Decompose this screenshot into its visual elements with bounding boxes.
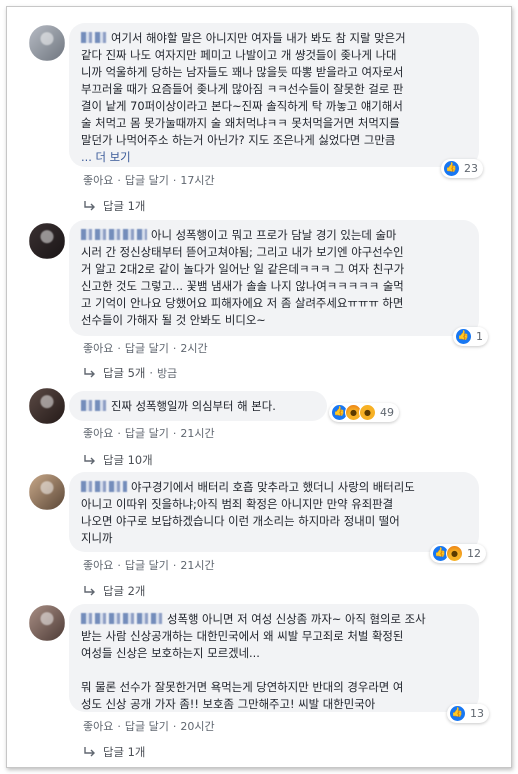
like-button[interactable]: 좋아요 (83, 174, 113, 187)
comment-actions: 좋아요 · 답글 달기 · 20시간 (83, 720, 215, 733)
avatar[interactable] (29, 474, 65, 510)
comment-bubble: 성폭행 아니면 저 여성 신상좀 까자~ 아직 혐의로 조사 받는 사람 신상공… (69, 604, 479, 712)
comment-line: 여기서 해야할 말은 아니지만 여자들 내가 봐도 참 지랄 맞은거 (111, 31, 406, 45)
comment-line: 아니 성폭행이고 뭐고 프로가 담날 경기 있는데 술마 (151, 228, 397, 242)
comment-actions: 좋아요 · 답글 달기 · 21시간 (83, 559, 215, 572)
replies-count: 답글 1개 (103, 745, 146, 759)
reaction-summary[interactable]: 👍 13 (447, 704, 489, 723)
avatar[interactable] (29, 25, 65, 61)
comment-bubble: 진짜 성폭행일까 의심부터 해 본다. (69, 391, 327, 421)
comment-line: 성도 신상 공개 가자 좀!! 보호좀 그만해주고! 씨발 대한민국아 (81, 697, 376, 711)
comment-line: 같다 진짜 나도 여자지만 페미고 나발이고 개 썅것들이 좆나게 나대 (81, 48, 397, 62)
comment-line: 술 처먹고 몸 못가눌때까지 술 왜처먹냐ㅋㅋ 못처먹을거면 처먹지를 (81, 116, 400, 130)
replies-count: 답글 2개 (103, 584, 146, 598)
reply-button[interactable]: 답글 달기 (125, 342, 169, 355)
reaction-count: 13 (470, 707, 484, 720)
comment-line: 신고한 것도 그렇고... 꽃뱀 냄새가 솔솔 나지 않나여ㅋㅋㅋㅋㅋ 술먹 (81, 279, 404, 293)
reply-arrow-icon (84, 201, 95, 211)
reaction-count: 23 (464, 162, 478, 175)
comment-line: 부끄러울 때가 요즘들어 좆나게 많아짐 ㅋㅋ선수들이 잘못한 걸로 판 (81, 82, 404, 96)
timestamp[interactable]: 2시간 (180, 342, 207, 355)
comment-line: 성폭행 아니면 저 여성 신상좀 까자~ 아직 혐의로 조사 (167, 612, 426, 626)
reply-button[interactable]: 답글 달기 (125, 174, 169, 187)
comment-line: 시러 간 정신상태부터 뜯어고쳐야됨; 그리고 내가 보기엔 야구선수인 (81, 245, 404, 259)
comment-line (81, 663, 85, 677)
replies-count: 답글 10개 (103, 453, 153, 467)
reply-time: 방금 (156, 367, 178, 380)
reply-arrow-icon (84, 368, 95, 378)
reaction-summary[interactable]: 👍 23 (441, 159, 483, 178)
comment-line: 야구경기에서 배터리 호흡 맞추라고 했더니 사랑의 배터리도 (131, 480, 415, 494)
angry-icon: ● (446, 545, 463, 562)
timestamp[interactable]: 21시간 (180, 559, 214, 572)
comment-actions: 좋아요 · 답글 달기 · 17시간 (83, 174, 215, 187)
view-replies[interactable]: 답글 5개 · 방금 (83, 365, 177, 381)
comment-line: 나오면 야구로 보답하겠습니다 이런 개소리는 하지마라 정내미 떨어 (81, 514, 400, 528)
comment-bubble: 아니 성폭행이고 뭐고 프로가 담날 경기 있는데 술마 시러 간 정신상태부터… (69, 220, 479, 336)
reaction-summary[interactable]: 👍 1 (453, 327, 488, 346)
comment-bubble: 여기서 해야할 말은 아니지만 여자들 내가 봐도 참 지랄 맞은거 같다 진짜… (69, 23, 479, 167)
avatar[interactable] (29, 223, 65, 259)
like-button[interactable]: 좋아요 (83, 559, 113, 572)
reply-arrow-icon (84, 455, 95, 465)
comment-line: 거 알고 2대2로 같이 놀다가 일어난 일 같은데ㅋㅋㅋ 그 여자 친구가 (81, 262, 405, 276)
replies-count: 답글 1개 (103, 199, 146, 213)
like-button[interactable]: 좋아요 (83, 342, 113, 355)
view-replies[interactable]: 답글 1개 (83, 744, 145, 760)
reply-button[interactable]: 답글 달기 (125, 720, 169, 733)
timestamp[interactable]: 21시간 (180, 427, 214, 440)
comment-actions: 좋아요 · 답글 달기 · 2시간 (83, 342, 208, 355)
author-name[interactable] (81, 613, 163, 624)
avatar[interactable] (29, 388, 65, 424)
reaction-count: 1 (476, 330, 483, 343)
comment-line: 받는 사람 신상공개하는 대한민국에서 왜 씨발 무고죄로 처벌 확정된 (81, 629, 404, 643)
like-icon: 👍 (443, 160, 460, 177)
comment-line: 아니고 이따위 짓을하냐;아직 범죄 확정은 아니지만 만약 유죄판결 (81, 497, 394, 511)
comment-line: 고 기억이 안나요 당했어요 피해자에요 저 좀 살려주세요ㅠㅠㅠ 하면 (81, 296, 404, 310)
view-replies[interactable]: 답글 10개 (83, 452, 153, 468)
comment-line: 선수들이 가해자 될 것 안봐도 비디오~ (81, 313, 266, 327)
comment-line: 뭐 물론 선수가 잘못한거면 욕먹는게 당연하지만 반대의 경우라면 여 (81, 680, 404, 694)
comment-line: 말던가 나먹어주소 하는거 아닌가? 지도 조은나게 싫었다면 그만큼 (81, 133, 396, 147)
reply-button[interactable]: 답글 달기 (125, 427, 169, 440)
comment-line: 결이 낱게 70퍼이상이라고 본다~진짜 솔직하게 탁 까놓고 얘기해서 (81, 99, 403, 113)
reply-arrow-icon (84, 747, 95, 757)
comment-line: 여성들 신상은 보호하는지 모르겠네... (81, 646, 260, 660)
haha-icon: ● (359, 404, 376, 421)
reaction-count: 12 (467, 547, 481, 560)
like-icon: 👍 (455, 328, 472, 345)
reaction-count: 49 (380, 406, 394, 419)
like-button[interactable]: 좋아요 (83, 427, 113, 440)
reaction-summary[interactable]: 👍 ● 12 (430, 544, 486, 563)
comment-line: 니까 억울하게 당하는 남자들도 꽤나 많을듯 따뽕 받을라고 여자로서 (81, 65, 404, 79)
author-name[interactable] (81, 400, 107, 411)
author-name[interactable] (81, 229, 147, 240)
comment-line: 진짜 성폭행일까 의심부터 해 본다. (111, 399, 276, 413)
view-replies[interactable]: 답글 2개 (83, 583, 145, 599)
timestamp[interactable]: 20시간 (180, 720, 214, 733)
comment-line: 지니까 (81, 531, 113, 545)
like-button[interactable]: 좋아요 (83, 720, 113, 733)
comment-bubble: 야구경기에서 배터리 호흡 맞추라고 했더니 사랑의 배터리도 아니고 이따위 … (69, 472, 479, 552)
avatar[interactable] (29, 605, 65, 641)
reply-arrow-icon (84, 586, 95, 596)
timestamp[interactable]: 17시간 (180, 174, 214, 187)
view-replies[interactable]: 답글 1개 (83, 198, 145, 214)
replies-count: 답글 5개 (103, 366, 146, 380)
like-icon: 👍 (449, 705, 466, 722)
reply-button[interactable]: 답글 달기 (125, 559, 169, 572)
author-name[interactable] (81, 481, 127, 492)
see-more-link[interactable]: ... 더 보기 (81, 150, 131, 164)
comment-actions: 좋아요 · 답글 달기 · 21시간 (83, 427, 215, 440)
author-name[interactable] (81, 32, 107, 43)
reaction-summary[interactable]: 👍 ● ● 49 (329, 403, 399, 422)
comments-panel: 여기서 해야할 말은 아니지만 여자들 내가 봐도 참 지랄 맞은거 같다 진짜… (6, 6, 512, 768)
